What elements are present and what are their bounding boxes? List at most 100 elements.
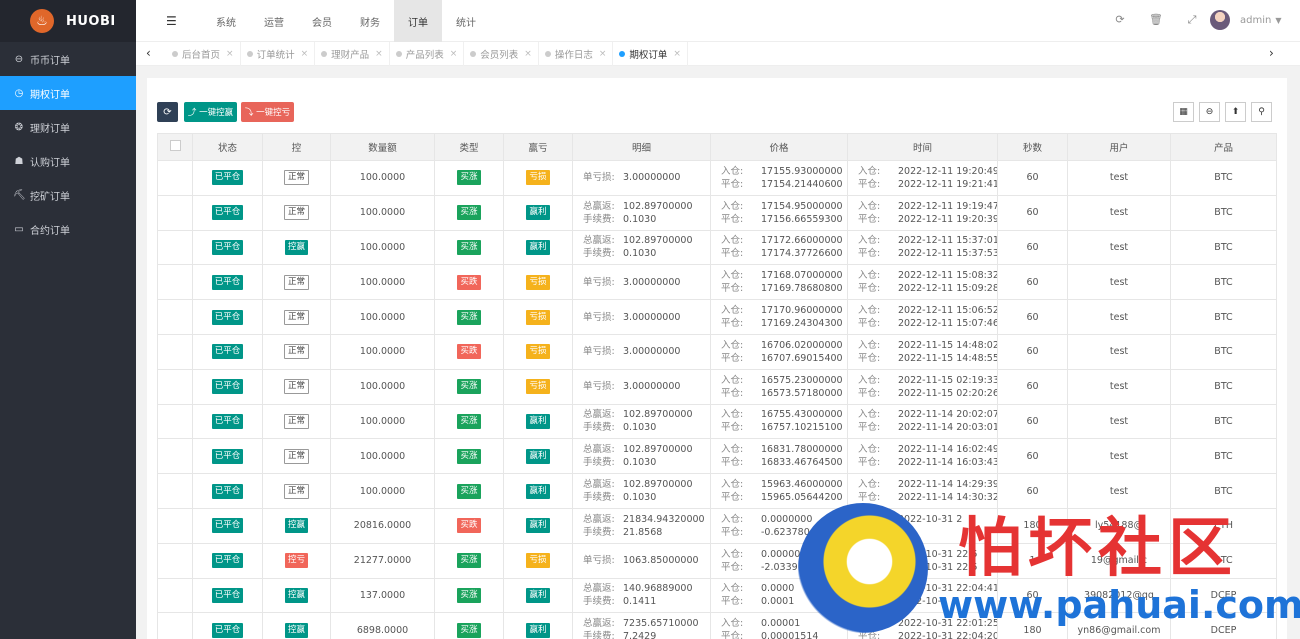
detail-key: 手续费: [583, 596, 615, 608]
price-cell: 入仓: 16755.43000000 平仓: 16757.10215100 [710, 403, 848, 440]
close-icon[interactable]: × [226, 49, 234, 59]
close-icon[interactable]: × [599, 49, 607, 59]
price-value: 16575.23000000 [761, 374, 843, 386]
trash-icon[interactable]: 🗑 [1138, 13, 1174, 27]
chevron-right-icon[interactable]: › [1269, 46, 1274, 60]
user-cell: test [1067, 194, 1171, 231]
column-header[interactable]: 明细 [572, 133, 711, 161]
tab[interactable]: 产品列表 × [390, 42, 465, 66]
column-header[interactable]: 价格 [710, 133, 848, 161]
amount-cell: 137.0000 [330, 577, 435, 614]
export-icon[interactable]: ⬆ [1225, 102, 1246, 122]
tab[interactable]: 理财产品 × [315, 42, 390, 66]
column-header[interactable]: 时间 [847, 133, 998, 161]
fullscreen-icon[interactable]: ⤢ [1174, 13, 1210, 27]
price-line: 平仓: 16833.46764500 [721, 456, 847, 469]
time-value: 2022-10-31 22:5 [898, 548, 978, 560]
time-value: 2022-11-15 02:20:26 [898, 387, 998, 399]
table-row[interactable]: 已平仓 正常 100.0000 买涨 赢利 总赢返: 102.89700000 手续费: 0.1… [157, 403, 1277, 440]
refresh-icon[interactable]: ⟳ [1102, 13, 1138, 27]
seconds-cell: 60 [997, 194, 1068, 231]
table-row[interactable]: 已平仓 控赢 6898.0000 买涨 赢利 总赢返: 7235.65710000 手续费: 7… [157, 612, 1277, 639]
result-cell: 亏损 [503, 542, 573, 579]
close-icon[interactable]: × [524, 49, 532, 59]
tab[interactable]: 操作日志 × [539, 42, 614, 66]
menu-toggle-icon[interactable]: ☰ [166, 14, 177, 28]
type-badge: 买涨 [457, 309, 481, 325]
columns-icon[interactable]: ▦ [1173, 102, 1194, 122]
table-row[interactable]: 已平仓 正常 100.0000 买涨 赢利 总赢返: 102.89700000 手续费: 0.1… [157, 473, 1277, 509]
time-value: 2022-11-15 14:48:02 [898, 339, 998, 351]
top-nav-item[interactable]: 统计 [442, 0, 490, 42]
table-row[interactable]: 已平仓 正常 100.0000 买涨 亏损 单亏损: 3.00000000 入仓: 16575.… [157, 368, 1277, 405]
table-row[interactable]: 已平仓 正常 100.0000 买跌 亏损 单亏损: 3.00000000 入仓: 17168.… [157, 264, 1277, 301]
close-icon[interactable]: × [450, 49, 458, 59]
result-cell: 亏损 [503, 368, 573, 405]
price-line: 平仓: 17169.78680800 [721, 282, 847, 295]
price-value: -0.623780 [761, 526, 810, 538]
top-nav-item[interactable]: 运营 [250, 0, 298, 42]
table-row[interactable]: 已平仓 正常 100.0000 买涨 亏损 单亏损: 3.00000000 入仓: 17170.… [157, 299, 1277, 335]
user-menu[interactable]: admin ▼ [1210, 10, 1282, 30]
type-badge: 买跌 [457, 344, 481, 360]
top-nav-item[interactable]: 系统 [202, 0, 250, 42]
sidebar-item-0[interactable]: ⊖ 币币订单 [0, 42, 136, 76]
table-row[interactable]: 已平仓 控赢 20816.0000 买跌 赢利 总赢返: 21834.94320000 手续费… [157, 507, 1277, 544]
price-key: 入仓: [721, 374, 744, 386]
detail-cell: 单亏损: 3.00000000 [572, 299, 711, 335]
sidebar-item-2[interactable]: ❂ 理财订单 [0, 110, 136, 144]
time-key: 平仓: [858, 526, 881, 538]
tab[interactable]: 期权订单 × [613, 42, 688, 66]
sidebar-item-3[interactable]: ☗ 认购订单 [0, 144, 136, 178]
amount-cell: 100.0000 [330, 473, 435, 509]
amount-cell: 100.0000 [330, 264, 435, 301]
price-key: 入仓: [721, 513, 744, 525]
sidebar-item-1[interactable]: ◷ 期权订单 [0, 76, 136, 110]
row-select-cell [157, 264, 193, 301]
logo[interactable]: ♨ HUOBI [0, 0, 136, 42]
column-header[interactable]: 产品 [1170, 133, 1277, 161]
price-value: 17169.78680800 [761, 283, 843, 295]
time-line: 平仓: 2022-12-11 15:07:46 [858, 317, 997, 330]
column-header[interactable]: 用户 [1067, 133, 1171, 161]
search-icon[interactable]: ⚲ [1251, 102, 1272, 122]
sidebar-item-4[interactable]: ⛏ 挖矿订单 [0, 178, 136, 212]
close-icon[interactable]: × [375, 49, 383, 59]
sidebar-item-5[interactable]: ▭ 合约订单 [0, 212, 136, 246]
column-header[interactable]: 数量额 [330, 133, 435, 161]
table-row[interactable]: 已平仓 正常 100.0000 买涨 赢利 总赢返: 102.89700000 手续费: 0.1… [157, 438, 1277, 475]
result-cell: 亏损 [503, 264, 573, 301]
detail-line: 单亏损: 3.00000000 [583, 345, 710, 358]
column-header[interactable]: 状态 [192, 133, 263, 161]
refresh-button[interactable]: ⟳ [157, 102, 178, 122]
table-row[interactable]: 已平仓 正常 100.0000 买涨 赢利 总赢返: 102.89700000 手续费: 0.1… [157, 194, 1277, 231]
table-row[interactable]: 已平仓 正常 100.0000 买涨 亏损 单亏损: 3.00000000 入仓: 17155.… [157, 160, 1277, 196]
table-row[interactable]: 已平仓 控赢 137.0000 买涨 赢利 总赢返: 140.96889000 手续费: 0.1… [157, 577, 1277, 614]
tab[interactable]: 订单统计 × [241, 42, 316, 66]
one-click-lose-button[interactable]: ⤵ 一键控亏 [241, 102, 294, 122]
table-row[interactable]: 已平仓 控亏 21277.0000 买涨 亏损 单亏损: 1063.85000000 入仓: 0… [157, 542, 1277, 579]
one-click-win-button[interactable]: ⤴ 一键控赢 [184, 102, 237, 122]
chevron-left-icon[interactable]: ‹ [146, 46, 151, 60]
status-cell: 已平仓 [192, 612, 263, 639]
column-header[interactable]: 控 [262, 133, 331, 161]
detail-value: 1063.85000000 [623, 555, 699, 567]
top-nav-item[interactable]: 会员 [298, 0, 346, 42]
column-header[interactable]: 秒数 [997, 133, 1068, 161]
top-nav-item[interactable]: 财务 [346, 0, 394, 42]
detail-line: 单亏损: 3.00000000 [583, 171, 710, 184]
time-line: 平仓: 2022-12-11 19:21:41 [858, 178, 997, 191]
close-icon[interactable]: × [301, 49, 309, 59]
huobi-flame-icon: ♨ [30, 9, 54, 33]
top-nav-item[interactable]: 订单 [394, 0, 442, 42]
close-icon[interactable]: × [673, 49, 681, 59]
column-header[interactable]: 类型 [434, 133, 504, 161]
select-all-checkbox[interactable] [169, 140, 181, 151]
table-row[interactable]: 已平仓 控赢 100.0000 买涨 赢利 总赢返: 102.89700000 手续费: 0.1… [157, 229, 1277, 266]
tab[interactable]: 会员列表 × [464, 42, 539, 66]
table-row[interactable]: 已平仓 正常 100.0000 买跌 亏损 单亏损: 3.00000000 入仓: 16706.… [157, 333, 1277, 370]
print-icon[interactable]: ⊖ [1199, 102, 1220, 122]
tab[interactable]: 后台首页 × [166, 42, 241, 66]
time-value: 2022-10-3 [898, 596, 948, 608]
column-header[interactable]: 赢亏 [503, 133, 573, 161]
